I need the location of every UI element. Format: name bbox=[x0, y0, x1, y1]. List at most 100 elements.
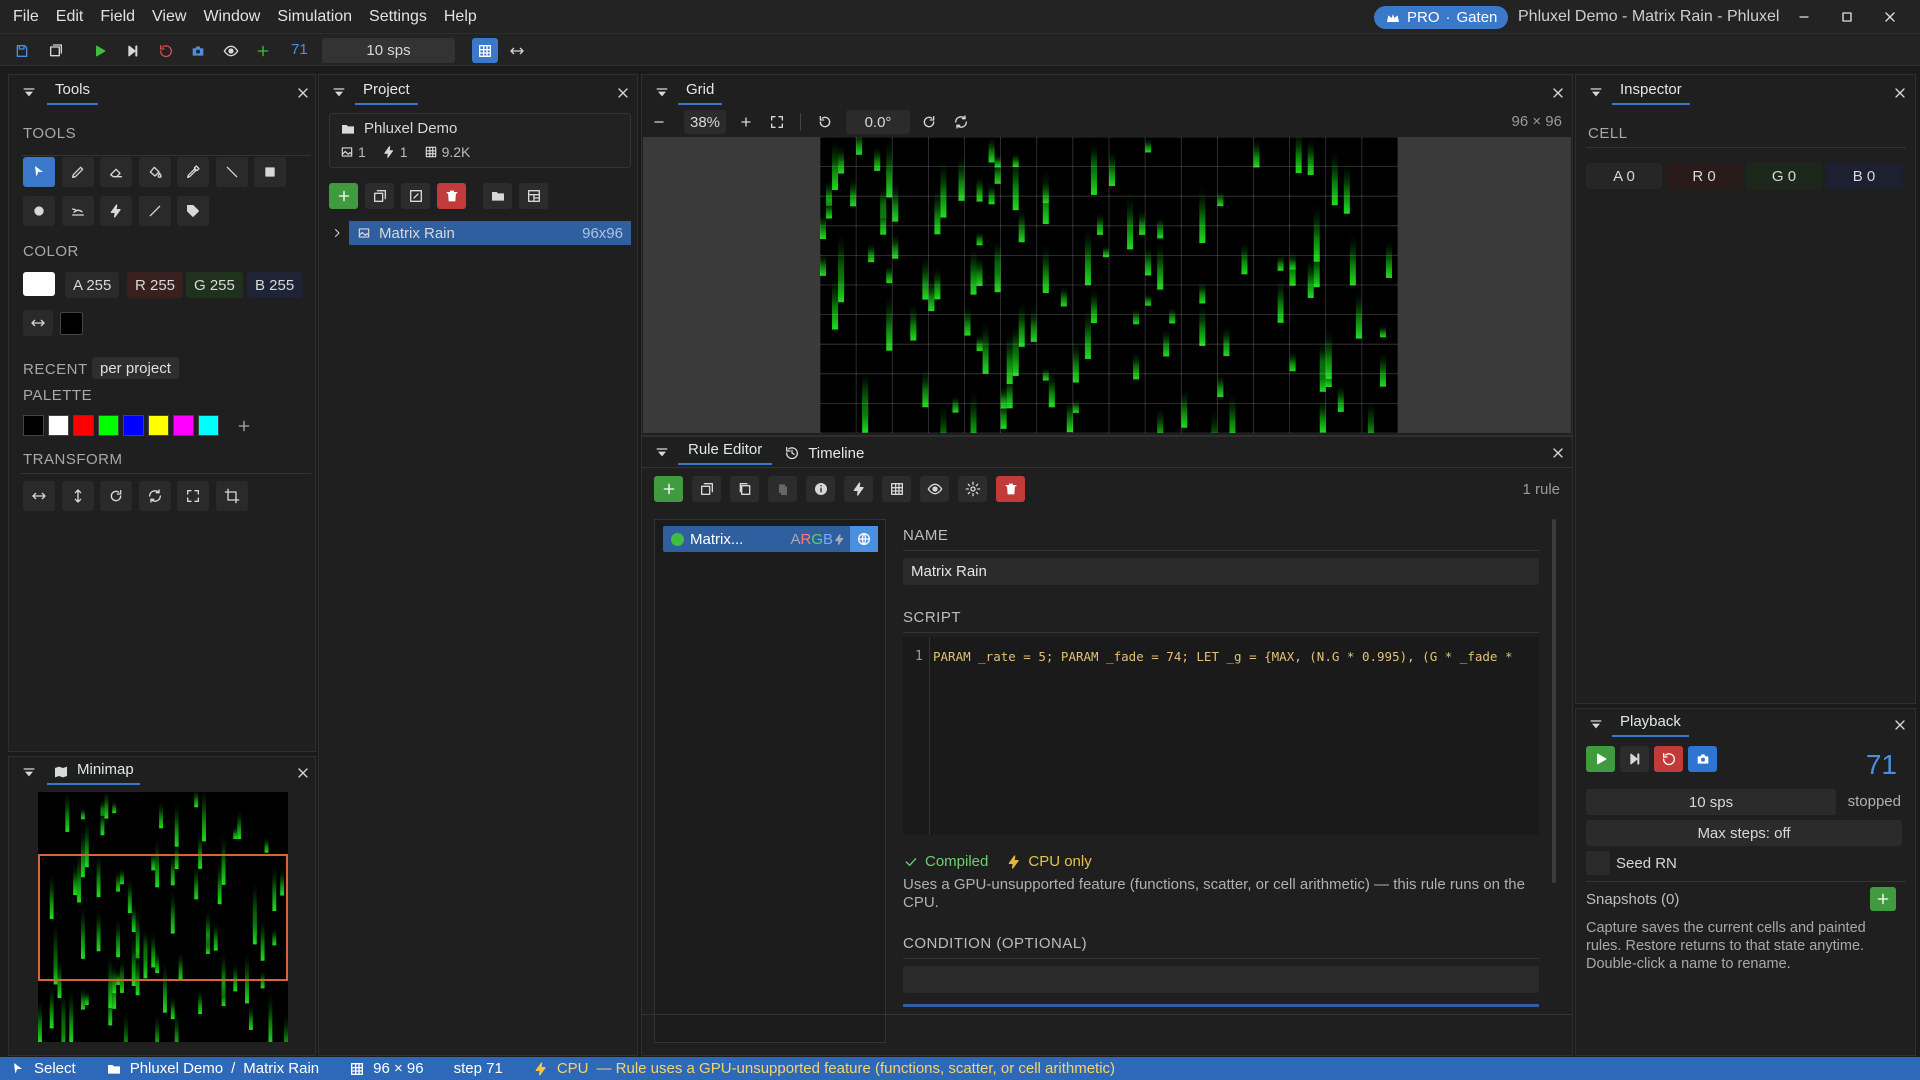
rotate-180-icon[interactable] bbox=[139, 481, 171, 511]
palette-swatch[interactable] bbox=[48, 415, 69, 436]
pro-badge[interactable]: PRO · Gaten bbox=[1374, 6, 1509, 29]
eraser-tool[interactable] bbox=[100, 157, 132, 187]
pencil-tool[interactable] bbox=[62, 157, 94, 187]
duplicate-rule-button[interactable] bbox=[692, 476, 721, 502]
menu-file[interactable]: File bbox=[13, 8, 39, 26]
secondary-color-swatch[interactable] bbox=[60, 312, 83, 335]
brush-tool[interactable] bbox=[139, 196, 171, 226]
add-icon[interactable] bbox=[252, 40, 274, 62]
line-tool[interactable] bbox=[216, 157, 248, 187]
menu-help[interactable]: Help bbox=[444, 8, 477, 26]
globe-icon[interactable] bbox=[850, 526, 878, 552]
delete-rule-button[interactable] bbox=[996, 476, 1025, 502]
tab-project[interactable]: Project bbox=[355, 81, 418, 105]
reset-icon[interactable] bbox=[155, 40, 177, 62]
tree-button[interactable] bbox=[519, 183, 548, 209]
fill-tool[interactable] bbox=[139, 157, 171, 187]
camera-icon[interactable] bbox=[187, 40, 209, 62]
bolt-tool[interactable] bbox=[100, 196, 132, 226]
max-steps-field[interactable]: Max steps: off bbox=[1586, 820, 1902, 846]
preview-button[interactable] bbox=[920, 476, 949, 502]
reset-button[interactable] bbox=[1654, 746, 1683, 772]
grid-canvas[interactable] bbox=[820, 137, 1398, 433]
green-value[interactable]: G 255 bbox=[186, 272, 243, 298]
collapse-icon[interactable] bbox=[1588, 85, 1604, 101]
circle-tool[interactable] bbox=[23, 196, 55, 226]
save-as-icon[interactable] bbox=[45, 40, 67, 62]
palette-swatch[interactable] bbox=[73, 415, 94, 436]
script-line-1[interactable]: PARAM _rate = 5; PARAM _fade = 74; LET _… bbox=[933, 649, 1533, 664]
rect-tool[interactable] bbox=[254, 157, 286, 187]
add-snapshot-button[interactable] bbox=[1870, 887, 1896, 911]
canvas-viewport[interactable] bbox=[643, 137, 1571, 433]
blue-value[interactable]: B 255 bbox=[247, 272, 303, 298]
status-project[interactable]: Phluxel Demo bbox=[130, 1060, 223, 1077]
menu-field[interactable]: Field bbox=[100, 8, 135, 26]
form-scrollbar[interactable] bbox=[1552, 519, 1556, 883]
palette-swatch[interactable] bbox=[123, 415, 144, 436]
wrap-icon[interactable] bbox=[506, 40, 528, 62]
fit-icon[interactable] bbox=[177, 481, 209, 511]
rule-item-matrix-rain[interactable]: Matrix... A R G B bbox=[663, 526, 878, 552]
spray-tool[interactable] bbox=[62, 196, 94, 226]
select-tool[interactable] bbox=[23, 157, 55, 187]
menu-edit[interactable]: Edit bbox=[56, 8, 84, 26]
close-window-icon[interactable] bbox=[1878, 6, 1902, 28]
collapse-icon[interactable] bbox=[21, 85, 37, 101]
rotate-right-icon[interactable] bbox=[918, 111, 940, 133]
play-button[interactable] bbox=[1586, 746, 1615, 772]
paste-rule-button[interactable] bbox=[768, 476, 797, 502]
close-icon[interactable] bbox=[295, 765, 311, 781]
close-icon[interactable] bbox=[615, 85, 631, 101]
collapse-icon[interactable] bbox=[1588, 717, 1604, 733]
rotation-field[interactable]: 0.0° bbox=[846, 110, 910, 134]
delete-button[interactable] bbox=[437, 183, 466, 209]
duplicate-button[interactable] bbox=[365, 183, 394, 209]
collapse-icon[interactable] bbox=[331, 85, 347, 101]
flip-vertical-icon[interactable] bbox=[62, 481, 94, 511]
tab-timeline[interactable]: Timeline bbox=[778, 441, 870, 465]
close-icon[interactable] bbox=[295, 85, 311, 101]
play-icon[interactable] bbox=[89, 40, 111, 62]
close-icon[interactable] bbox=[1892, 717, 1908, 733]
palette-swatch[interactable] bbox=[173, 415, 194, 436]
zoom-in-icon[interactable] bbox=[735, 111, 757, 133]
crop-icon[interactable] bbox=[216, 481, 248, 511]
palette-swatch[interactable] bbox=[98, 415, 119, 436]
tab-tools[interactable]: Tools bbox=[47, 81, 99, 105]
settings-button[interactable] bbox=[958, 476, 987, 502]
rule-enabled-dot[interactable] bbox=[671, 532, 684, 546]
table-button[interactable] bbox=[882, 476, 911, 502]
tag-tool[interactable] bbox=[177, 196, 209, 226]
script-editor[interactable]: 1 PARAM _rate = 5; PARAM _fade = 74; LET… bbox=[903, 637, 1539, 835]
per-project-chip[interactable]: per project bbox=[92, 357, 179, 379]
minimize-icon[interactable] bbox=[1792, 6, 1816, 28]
open-folder-button[interactable] bbox=[483, 183, 512, 209]
chevron-right-icon[interactable] bbox=[329, 227, 345, 239]
zoom-field[interactable]: 38% bbox=[684, 110, 726, 134]
zoom-out-icon[interactable] bbox=[648, 111, 670, 133]
reset-view-icon[interactable] bbox=[950, 111, 972, 133]
tab-minimap[interactable]: Minimap bbox=[47, 761, 140, 785]
maximize-icon[interactable] bbox=[1835, 6, 1859, 28]
condition-input[interactable] bbox=[903, 966, 1539, 993]
add-rule-button[interactable] bbox=[654, 476, 683, 502]
grid-toggle-icon[interactable] bbox=[472, 38, 498, 63]
flip-horizontal-icon[interactable] bbox=[23, 481, 55, 511]
rotate-cw-icon[interactable] bbox=[100, 481, 132, 511]
eye-icon[interactable] bbox=[220, 40, 242, 62]
copy-rule-button[interactable] bbox=[730, 476, 759, 502]
collapse-icon[interactable] bbox=[21, 765, 37, 781]
info-button[interactable] bbox=[806, 476, 835, 502]
menu-window[interactable]: Window bbox=[203, 8, 260, 26]
save-icon[interactable] bbox=[11, 40, 33, 62]
eyedropper-tool[interactable] bbox=[177, 157, 209, 187]
add-swatch-icon[interactable] bbox=[233, 415, 254, 436]
collapse-icon[interactable] bbox=[654, 445, 670, 461]
tab-playback[interactable]: Playback bbox=[1612, 713, 1689, 737]
rename-button[interactable] bbox=[401, 183, 430, 209]
tab-grid[interactable]: Grid bbox=[678, 81, 723, 105]
capture-button[interactable] bbox=[1688, 746, 1717, 772]
viewport-indicator[interactable] bbox=[38, 854, 288, 981]
palette-swatch[interactable] bbox=[198, 415, 219, 436]
